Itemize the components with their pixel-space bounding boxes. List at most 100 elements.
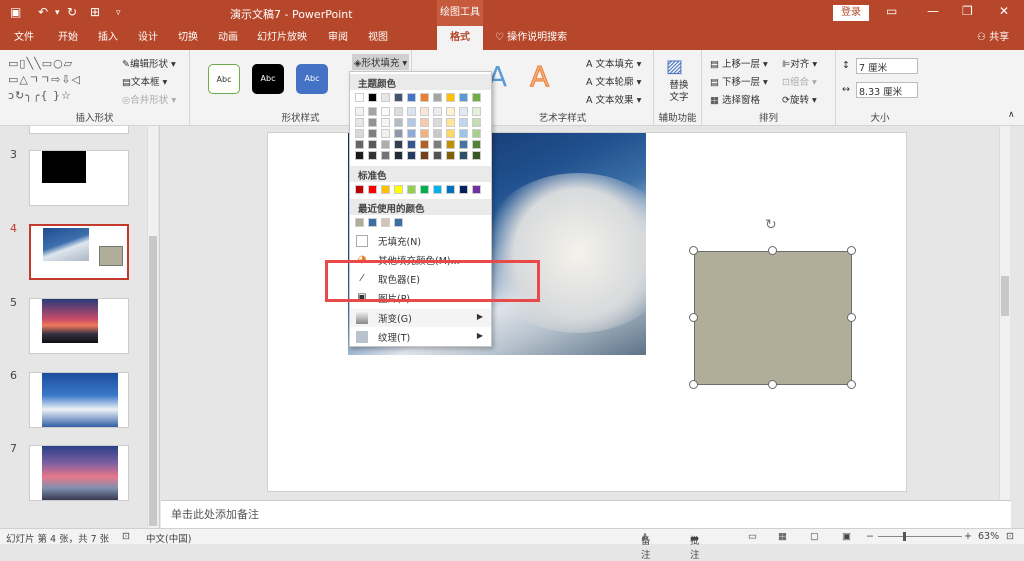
slide-thumbnail-4[interactable] — [29, 224, 129, 280]
resize-handle-e[interactable] — [847, 313, 856, 322]
minimize-icon[interactable]: — — [927, 4, 939, 18]
theme-shade-swatch[interactable] — [381, 129, 390, 138]
normal-view-icon[interactable]: ▭ — [748, 531, 757, 542]
zoom-slider[interactable] — [878, 536, 962, 537]
standard-color-swatch[interactable] — [433, 185, 442, 194]
theme-shade-swatch[interactable] — [394, 140, 403, 149]
tab-review[interactable]: 审阅 — [320, 26, 356, 50]
slide-thumbnail-6[interactable] — [29, 372, 129, 428]
slide-sorter-icon[interactable]: ▦ — [778, 531, 787, 542]
theme-shade-swatch[interactable] — [407, 151, 416, 160]
theme-shade-swatch[interactable] — [355, 151, 364, 160]
tab-insert[interactable]: 插入 — [90, 26, 126, 50]
standard-color-swatch[interactable] — [446, 185, 455, 194]
theme-shade-swatch[interactable] — [446, 107, 455, 116]
canvas-scroll-thumb[interactable] — [1001, 276, 1009, 316]
theme-shade-swatch[interactable] — [407, 140, 416, 149]
theme-shade-swatch[interactable] — [420, 140, 429, 149]
theme-shade-swatch[interactable] — [433, 151, 442, 160]
save-icon[interactable]: ▣ — [10, 5, 21, 19]
theme-color-swatch[interactable] — [394, 93, 403, 102]
standard-color-swatch[interactable] — [420, 185, 429, 194]
recent-color-swatch[interactable] — [368, 218, 377, 227]
theme-shade-swatch[interactable] — [394, 107, 403, 116]
standard-color-swatch[interactable] — [407, 185, 416, 194]
theme-shade-swatch[interactable] — [433, 118, 442, 127]
width-field[interactable]: 8.33 厘米 — [856, 82, 918, 98]
theme-shade-swatch[interactable] — [420, 129, 429, 138]
theme-shade-swatch[interactable] — [433, 129, 442, 138]
theme-shade-swatch[interactable] — [368, 140, 377, 149]
theme-shade-swatch[interactable] — [368, 118, 377, 127]
theme-shade-swatch[interactable] — [459, 118, 468, 127]
theme-shade-swatch[interactable] — [446, 129, 455, 138]
close-icon[interactable]: ✕ — [999, 4, 1009, 18]
slide-thumbnail-5[interactable] — [29, 298, 129, 354]
text-outline-button[interactable]: A 文本轮廓 ▾ — [586, 74, 641, 88]
zoom-in-icon[interactable]: + — [964, 531, 972, 542]
fit-to-window-icon[interactable]: ⊡ — [1006, 531, 1014, 542]
standard-color-swatch[interactable] — [472, 185, 481, 194]
redo-icon[interactable]: ↻ — [67, 5, 77, 19]
slide-thumbnail-2-partial[interactable] — [29, 126, 129, 134]
alt-text-icon[interactable]: ▨ — [666, 56, 683, 77]
theme-shade-swatch[interactable] — [446, 151, 455, 160]
theme-color-swatch[interactable] — [433, 93, 442, 102]
tab-format[interactable]: 格式 — [437, 26, 483, 50]
standard-color-swatch[interactable] — [459, 185, 468, 194]
slide-thumbnail-3[interactable] — [29, 150, 129, 206]
resize-handle-se[interactable] — [847, 380, 856, 389]
zoom-level[interactable]: 63% — [978, 531, 999, 542]
theme-shade-swatch[interactable] — [407, 129, 416, 138]
theme-shade-swatch[interactable] — [381, 151, 390, 160]
height-field[interactable]: 7 厘米 — [856, 58, 918, 74]
texture-item[interactable]: 纹理(T) ▶ — [350, 328, 491, 346]
theme-shade-swatch[interactable] — [472, 140, 481, 149]
slideshow-from-start-icon[interactable]: ⊞ — [90, 5, 100, 19]
text-box-button[interactable]: ▤文本框 ▾ — [122, 74, 167, 88]
collapse-ribbon-icon[interactable]: ∧ — [1008, 110, 1015, 120]
theme-shade-swatch[interactable] — [420, 107, 429, 116]
alt-text-button[interactable]: 替换文字 — [668, 80, 690, 104]
resize-handle-s[interactable] — [768, 380, 777, 389]
spell-check-icon[interactable]: ⊡ — [122, 531, 130, 542]
standard-color-swatch[interactable] — [368, 185, 377, 194]
slideshow-view-icon[interactable]: ▣ — [842, 531, 851, 542]
theme-shade-swatch[interactable] — [420, 151, 429, 160]
style-swatch-2[interactable]: Abc — [252, 64, 284, 94]
text-effect-button[interactable]: A 文本效果 ▾ — [586, 92, 641, 106]
resize-handle-n[interactable] — [768, 246, 777, 255]
share-button[interactable]: ⚇ 共享 — [968, 26, 1018, 50]
tab-home[interactable]: 开始 — [50, 26, 86, 50]
standard-color-swatch[interactable] — [355, 185, 364, 194]
undo-icon[interactable]: ↶ — [38, 5, 48, 19]
selection-pane-button[interactable]: ▦ 选择窗格 — [710, 92, 760, 106]
theme-shade-swatch[interactable] — [368, 129, 377, 138]
style-swatch-3[interactable]: Abc — [296, 64, 328, 94]
theme-shade-swatch[interactable] — [381, 140, 390, 149]
merge-shapes-button[interactable]: ◎合并形状 ▾ — [122, 92, 176, 106]
shape-fill-button[interactable]: ◈形状填充 ▾ — [352, 54, 410, 70]
theme-shade-swatch[interactable] — [368, 107, 377, 116]
thumbnail-scrollbar[interactable] — [147, 126, 158, 528]
login-button[interactable]: 登录 — [833, 5, 869, 21]
align-button[interactable]: ⊫对齐 ▾ — [782, 56, 817, 70]
theme-shade-swatch[interactable] — [407, 118, 416, 127]
resize-handle-nw[interactable] — [689, 246, 698, 255]
no-fill-item[interactable]: 无填充(N) — [350, 232, 491, 250]
tab-file[interactable]: 文件 — [6, 26, 42, 50]
theme-color-swatch[interactable] — [355, 93, 364, 102]
theme-shade-swatch[interactable] — [446, 118, 455, 127]
recent-color-swatch[interactable] — [355, 218, 364, 227]
send-backward-button[interactable]: ▤ 下移一层 ▾ — [710, 74, 768, 88]
theme-shade-swatch[interactable] — [459, 107, 468, 116]
recent-color-swatch[interactable] — [381, 218, 390, 227]
gradient-item[interactable]: 渐变(G) ▶ — [350, 309, 491, 327]
theme-shade-swatch[interactable] — [355, 107, 364, 116]
theme-color-swatch[interactable] — [381, 93, 390, 102]
notes-pane[interactable]: 单击此处添加备注 — [161, 500, 1011, 528]
resize-handle-ne[interactable] — [847, 246, 856, 255]
resize-handle-w[interactable] — [689, 313, 698, 322]
theme-shade-swatch[interactable] — [472, 129, 481, 138]
theme-color-swatch[interactable] — [472, 93, 481, 102]
